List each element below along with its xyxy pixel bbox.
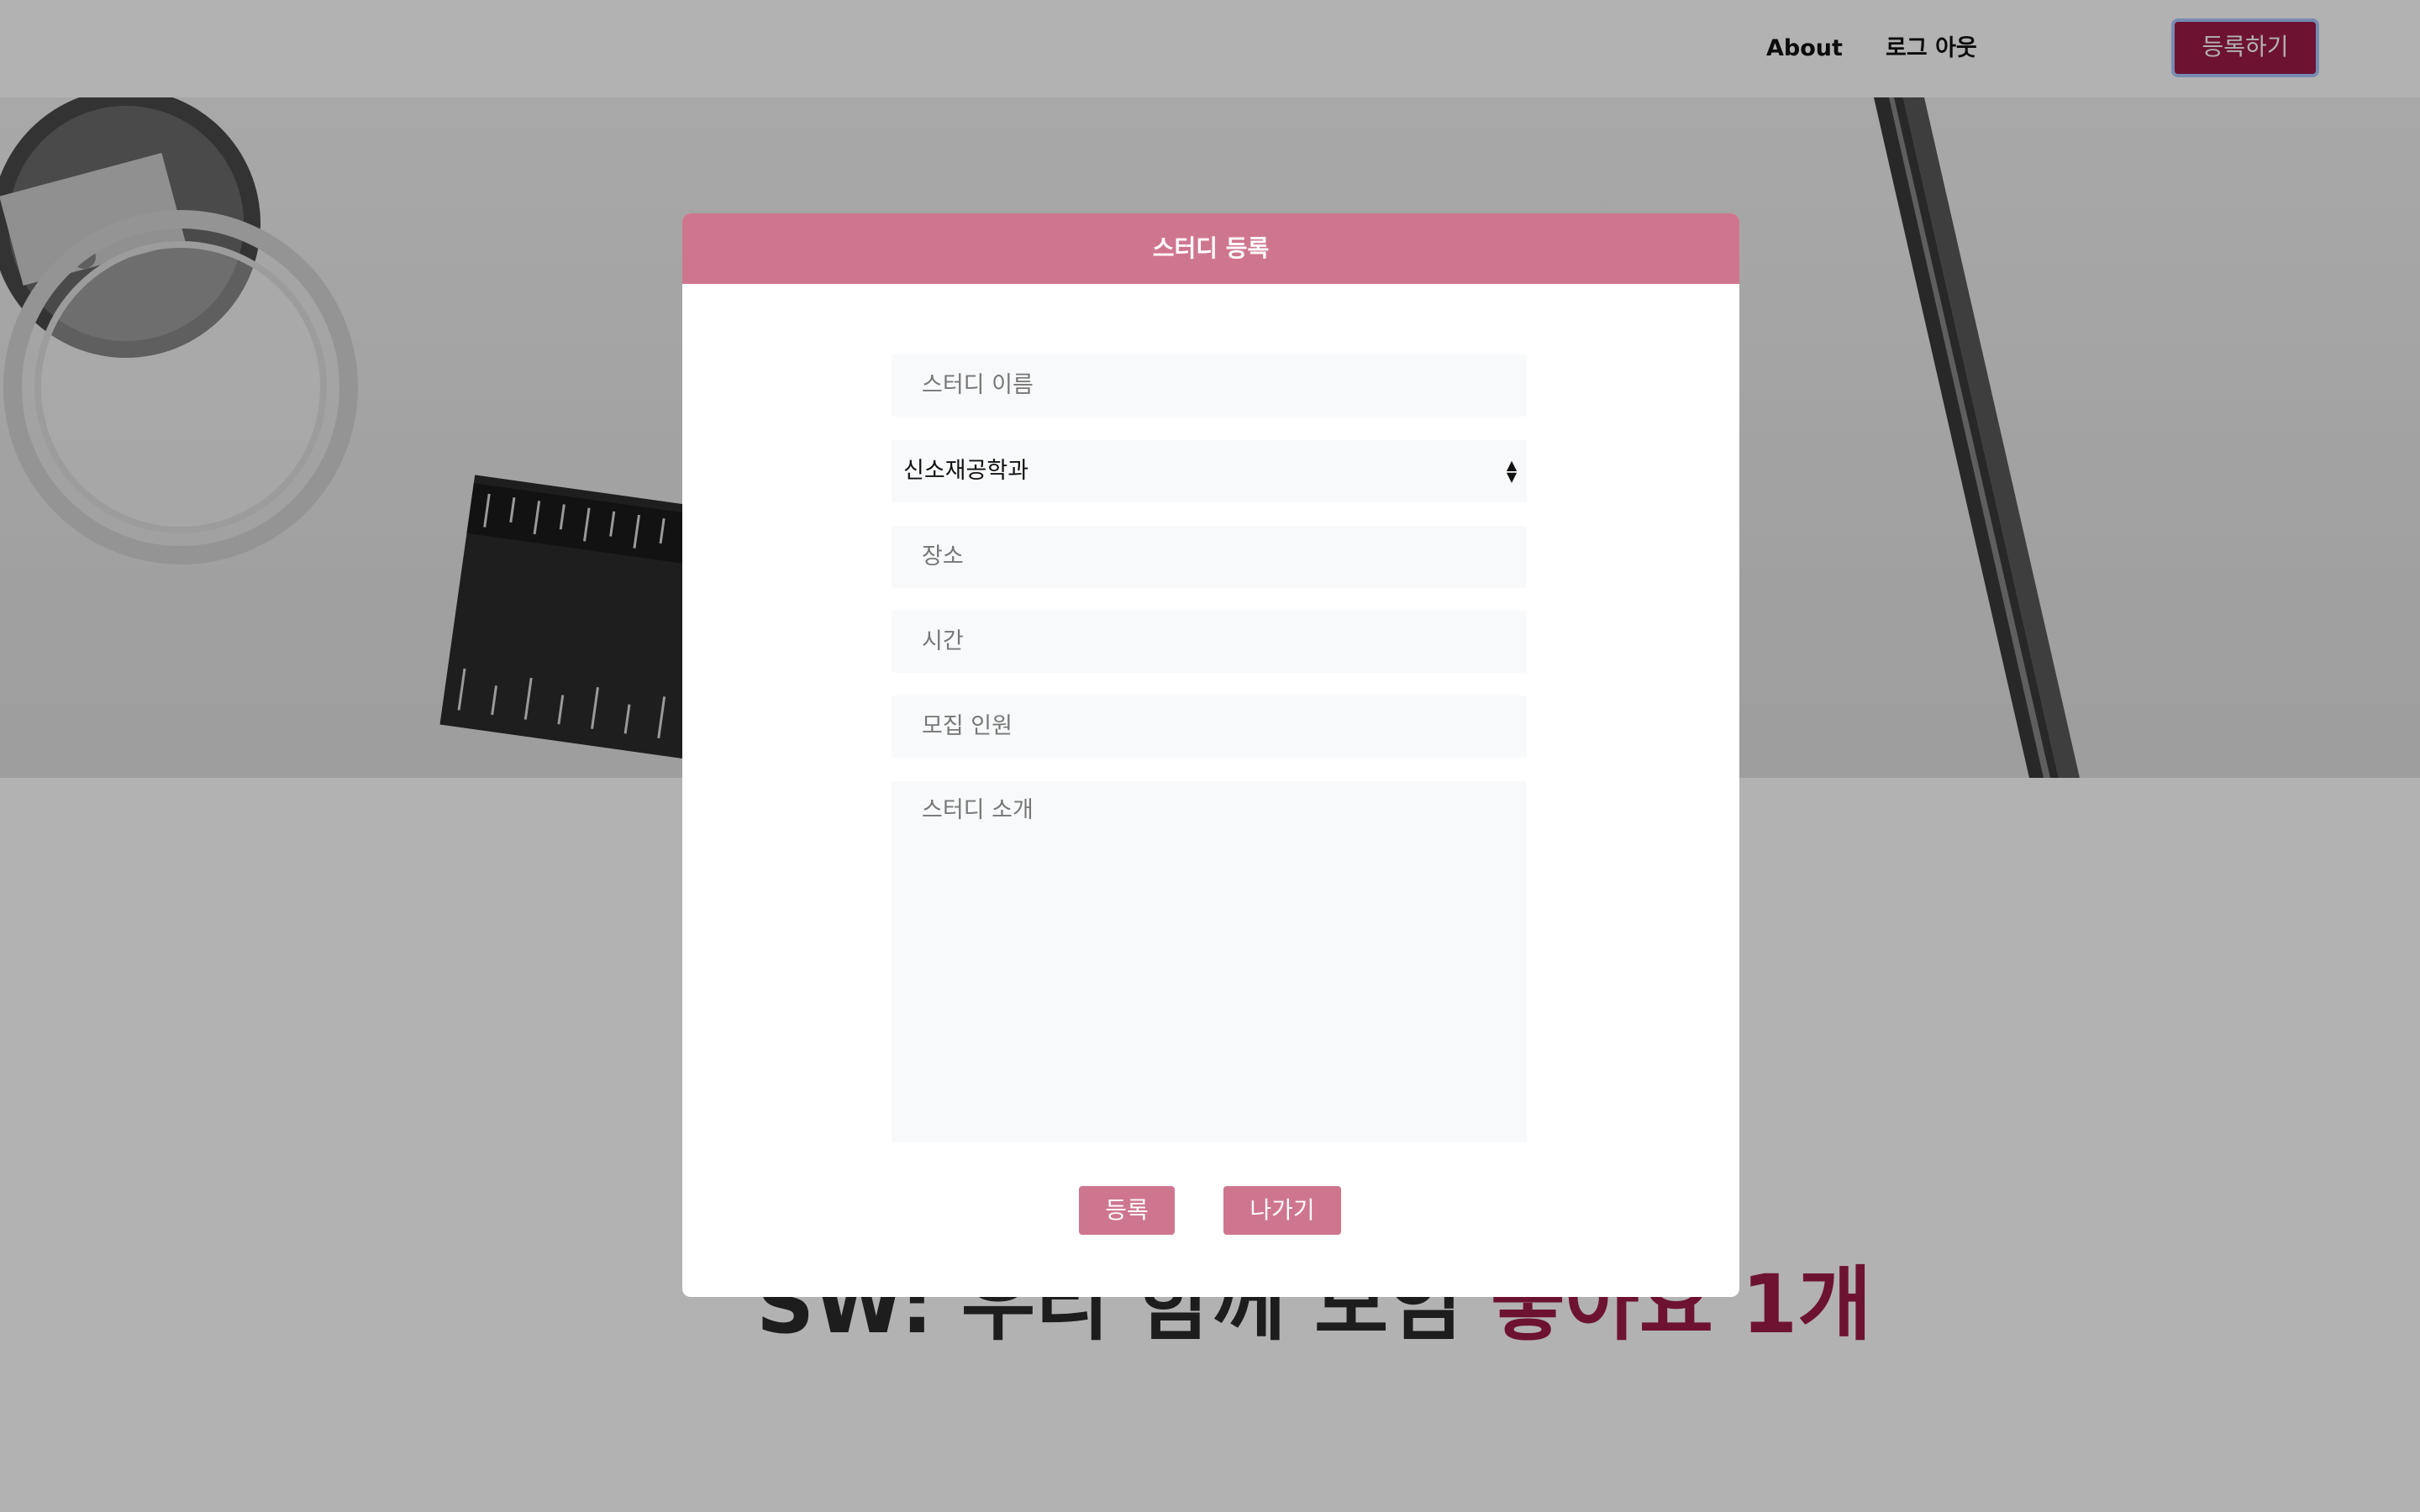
modal-title: 스터디 등록 <box>682 213 1739 284</box>
department-select[interactable]: 신소재공학과 ▲ ▼ <box>892 440 1527 502</box>
study-intro-textarea[interactable]: 스터디 소개 <box>892 781 1527 1142</box>
department-select-value: 신소재공학과 <box>903 458 1029 484</box>
time-input[interactable]: 시간 <box>892 611 1527 673</box>
select-updown-icon: ▲ ▼ <box>1506 457 1518 485</box>
submit-button[interactable]: 등록 <box>1079 1186 1175 1235</box>
study-register-modal: 스터디 등록 스터디 이름 신소재공학과 ▲ ▼ 장소 시간 모집 인원 스터디 … <box>682 213 1739 1297</box>
members-input[interactable]: 모집 인원 <box>892 696 1527 758</box>
place-input[interactable]: 장소 <box>892 526 1527 588</box>
study-name-input[interactable]: 스터디 이름 <box>892 354 1527 417</box>
page: About 로그 아웃 등록하기 SW: 우리 함께 모임 좋아요 1개 스터디… <box>0 0 2420 1512</box>
exit-button[interactable]: 나가기 <box>1223 1186 1341 1235</box>
